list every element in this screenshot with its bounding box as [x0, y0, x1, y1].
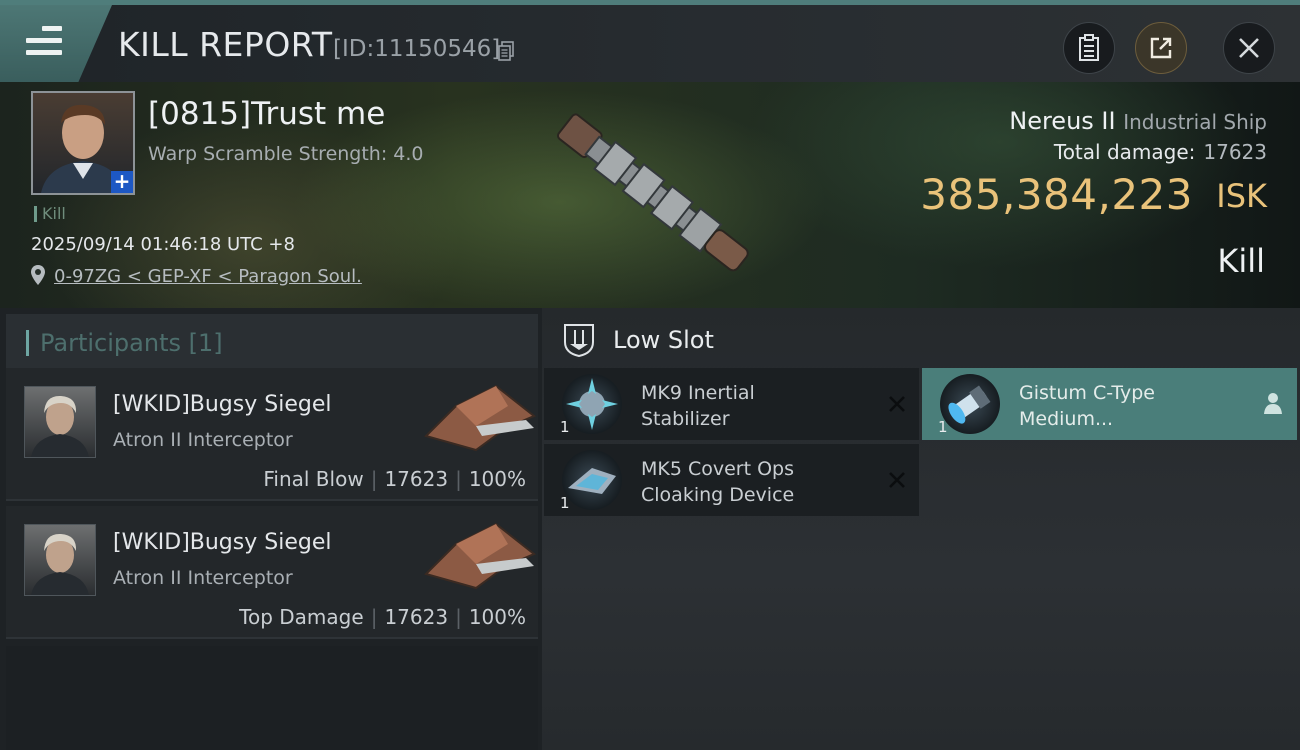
module-name-line: MK5 Covert Ops — [641, 458, 795, 480]
participant-name: [WKID]Bugsy Siegel — [113, 530, 332, 555]
module-name-line: MK9 Inertial — [641, 382, 755, 404]
victim-ship-name: Nereus II Industrial Ship — [1009, 107, 1267, 135]
report-id: [ID:11150546] — [333, 36, 501, 62]
total-damage-label: Total damage: — [1053, 140, 1196, 164]
close-icon — [1239, 38, 1259, 58]
ship-name-text: Nereus II — [1009, 107, 1116, 135]
participant-avatar[interactable] — [24, 524, 96, 596]
destroyed-icon — [889, 472, 905, 488]
participants-title: Participants [1] — [40, 329, 223, 357]
participant-percent: 100% — [468, 467, 526, 491]
participant-ship: Atron II Interceptor — [113, 429, 293, 451]
module-qty: 1 — [938, 418, 948, 436]
participant-role: Top Damage — [239, 605, 364, 629]
copy-icon[interactable] — [498, 41, 514, 61]
portrait-icon — [31, 533, 89, 595]
participant-damage: 17623 — [384, 605, 449, 629]
participant-ship: Atron II Interceptor — [113, 567, 293, 589]
isk-unit: ISK — [1216, 177, 1267, 215]
participant-role: Final Blow — [263, 467, 364, 491]
total-damage-value: 17623 — [1203, 140, 1267, 164]
low-slot-icon — [564, 324, 594, 358]
kill-tag: Kill — [34, 206, 66, 222]
location-pin-icon — [31, 265, 45, 285]
victim-ship-image — [556, 113, 749, 272]
menu-icon — [26, 26, 62, 56]
module-qty: 1 — [560, 418, 570, 436]
participants-header[interactable]: Participants [1] — [6, 314, 538, 370]
participant-ship-image — [424, 384, 536, 452]
participant-stats: Final Blow | 17623 | 100% — [263, 467, 526, 491]
module-name: MK5 Covert Ops Cloaking Device — [641, 456, 861, 508]
kill-datetime: 2025/09/14 01:46:18 UTC +8 — [31, 234, 295, 255]
participant-name: [WKID]Bugsy Siegel — [113, 392, 332, 417]
module-name-line: Cloaking Device — [641, 484, 795, 506]
module-name: MK9 Inertial Stabilizer — [641, 380, 861, 432]
portrait-icon — [31, 395, 89, 457]
warp-scramble-strength: Warp Scramble Strength: 4.0 — [148, 143, 424, 165]
ship-class: Industrial Ship — [1123, 110, 1267, 134]
destroyed-icon — [889, 396, 905, 412]
cloaking-device-icon — [562, 450, 622, 510]
header-accent-bar — [26, 330, 29, 356]
share-button[interactable] — [1135, 22, 1187, 74]
participant-percent: 100% — [468, 605, 526, 629]
participant-row[interactable]: [WKID]Bugsy Siegel Atron II Interceptor … — [6, 368, 538, 501]
participants-empty-area — [6, 646, 538, 750]
module-item[interactable]: 1 MK5 Covert Ops Cloaking Device — [544, 444, 919, 516]
participant-row[interactable]: [WKID]Bugsy Siegel Atron II Interceptor … — [6, 506, 538, 639]
module-name-line: Gistum C-Type — [1019, 382, 1155, 404]
clipboard-button[interactable] — [1063, 22, 1115, 74]
slot-header: Low Slot — [613, 326, 714, 354]
person-icon — [1264, 393, 1282, 414]
module-qty: 1 — [560, 494, 570, 512]
menu-button[interactable] — [0, 5, 112, 82]
participant-avatar[interactable] — [24, 386, 96, 458]
add-contact-icon[interactable]: + — [111, 171, 133, 193]
location-link[interactable]: 0-97ZG < GEP-XF < Paragon Soul. — [54, 266, 362, 287]
participant-ship-image — [424, 522, 536, 590]
inertial-stabilizer-icon — [562, 374, 622, 434]
module-name: Gistum C-Type Medium... — [1019, 380, 1239, 432]
victim-avatar[interactable]: + — [31, 91, 135, 195]
close-button[interactable] — [1223, 22, 1275, 74]
page-title: KILL REPORT — [118, 25, 333, 64]
victim-name: [0815]Trust me — [148, 96, 386, 132]
total-damage: Total damage: 17623 — [1054, 140, 1267, 164]
share-icon — [1150, 37, 1172, 59]
participant-damage: 17623 — [384, 467, 449, 491]
gistum-c-type-icon — [940, 374, 1000, 434]
module-item[interactable]: 1 MK9 Inertial Stabilizer — [544, 368, 919, 440]
module-name-line: Stabilizer — [641, 408, 730, 430]
module-name-line: Medium... — [1019, 408, 1114, 430]
result-label: Kill — [1217, 242, 1265, 280]
top-bar: KILL REPORT [ID:11150546] — [0, 0, 1300, 82]
participant-stats: Top Damage | 17623 | 100% — [239, 605, 526, 629]
participants-panel: Participants [1] [WKID]Bugsy Siegel Atro… — [0, 308, 542, 750]
clipboard-icon — [1079, 34, 1099, 61]
isk-value: 385,384,223 — [920, 170, 1193, 219]
module-item[interactable]: 1 Gistum C-Type Medium... — [922, 368, 1297, 440]
victim-summary: + [0815]Trust me Warp Scramble Strength:… — [0, 82, 1300, 308]
modules-panel: Low Slot 1 MK9 Inertial Stabilizer 1 Gist… — [542, 308, 1300, 750]
